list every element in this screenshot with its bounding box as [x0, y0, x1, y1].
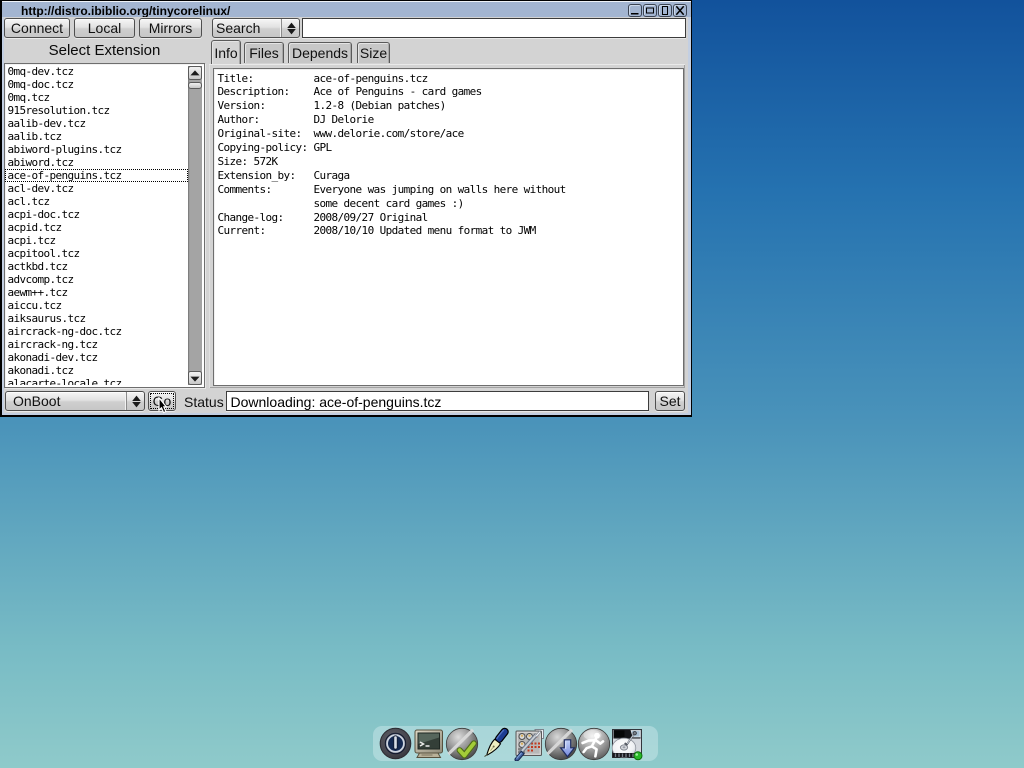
appbrowser-window: http://distro.ibiblio.org/tinycorelinux/… — [0, 0, 692, 417]
scroll-down-button[interactable] — [188, 371, 202, 385]
titlebar[interactable]: http://distro.ibiblio.org/tinycorelinux/ — [2, 1, 691, 17]
run-icon[interactable] — [577, 727, 611, 766]
tab-info[interactable]: Info — [211, 40, 241, 64]
list-item[interactable]: aircrack-ng.tcz — [5, 338, 188, 351]
apps-check-icon[interactable] — [445, 727, 479, 766]
status-label: Status — [184, 394, 224, 410]
list-item[interactable]: abiword.tcz — [5, 156, 188, 169]
list-item[interactable]: alacarte-locale.tcz — [5, 377, 188, 385]
tab-size[interactable]: Size — [357, 42, 390, 63]
list-scrollbar[interactable] — [188, 66, 202, 386]
scrollbar-thumb[interactable] — [188, 82, 202, 89]
list-item[interactable]: akonadi.tcz — [5, 364, 188, 377]
mount-disk-icon[interactable] — [610, 727, 644, 766]
onboot-choice-label: OnBoot — [13, 393, 60, 409]
editor-pen-icon[interactable] — [478, 727, 512, 766]
list-item[interactable]: akonadi-dev.tcz — [5, 351, 188, 364]
list-item[interactable]: aircrack-ng-doc.tcz — [5, 325, 188, 338]
mouse-cursor — [158, 397, 169, 420]
maximize-button[interactable] — [643, 4, 657, 17]
search-choice-label: Search — [216, 20, 260, 36]
list-item[interactable]: acl-dev.tcz — [5, 182, 188, 195]
extension-list[interactable]: 0mq-dev.tcz0mq-doc.tcz0mq.tcz915resoluti… — [4, 63, 205, 388]
local-button[interactable]: Local — [74, 18, 135, 38]
app-browser-icon[interactable] — [544, 727, 578, 766]
list-item[interactable]: acpid.tcz — [5, 221, 188, 234]
list-item[interactable]: 0mq-doc.tcz — [5, 78, 188, 91]
scroll-up-button[interactable] — [188, 66, 202, 80]
tab-pane: Title: ace-of-penguins.tcz Description: … — [209, 64, 685, 388]
window-controls — [628, 4, 687, 17]
updown-arrows-icon — [126, 392, 144, 410]
control-panel-icon[interactable] — [512, 727, 546, 766]
shade-button[interactable] — [658, 4, 672, 17]
connect-button[interactable]: Connect — [4, 18, 70, 38]
close-button[interactable] — [673, 4, 687, 17]
status-input-value: Downloading: ace-of-penguins.tcz — [231, 394, 442, 410]
client-area: Connect Local Mirrors Search Select Exte… — [4, 17, 688, 413]
list-item[interactable]: aalib-dev.tcz — [5, 117, 188, 130]
list-item[interactable]: actkbd.tcz — [5, 260, 188, 273]
tab-depends[interactable]: Depends — [288, 42, 352, 63]
list-item[interactable]: aalib.tcz — [5, 130, 188, 143]
list-item[interactable]: 0mq.tcz — [5, 91, 188, 104]
window-title: http://distro.ibiblio.org/tinycorelinux/ — [21, 4, 230, 18]
info-text: Title: ace-of-penguins.tcz Description: … — [218, 72, 566, 239]
updown-arrows-icon — [281, 19, 299, 37]
power-icon[interactable] — [379, 727, 412, 765]
list-item[interactable]: acpitool.tcz — [5, 247, 188, 260]
list-item[interactable]: acl.tcz — [5, 195, 188, 208]
list-item[interactable]: aiccu.tcz — [5, 299, 188, 312]
window-frame: http://distro.ibiblio.org/tinycorelinux/… — [2, 1, 691, 415]
list-item[interactable]: abiword-plugins.tcz — [5, 143, 188, 156]
onboot-choice[interactable]: OnBoot — [5, 391, 145, 411]
info-display[interactable]: Title: ace-of-penguins.tcz Description: … — [213, 68, 684, 386]
terminal-icon[interactable] — [412, 727, 445, 765]
tab-files[interactable]: Files — [244, 42, 284, 63]
status-input[interactable]: Downloading: ace-of-penguins.tcz — [226, 391, 649, 411]
list-item[interactable]: 0mq-dev.tcz — [5, 65, 188, 78]
list-item[interactable]: 915resolution.tcz — [5, 104, 188, 117]
list-item[interactable]: advcomp.tcz — [5, 273, 188, 286]
list-item[interactable]: aiksaurus.tcz — [5, 312, 188, 325]
mirrors-button[interactable]: Mirrors — [139, 18, 202, 38]
list-item[interactable]: ace-of-penguins.tcz — [5, 169, 188, 182]
select-extension-heading: Select Extension — [4, 42, 205, 59]
wbar-dock — [373, 726, 658, 761]
list-item[interactable]: acpi-doc.tcz — [5, 208, 188, 221]
minimize-button[interactable] — [628, 4, 642, 17]
list-item[interactable]: acpi.tcz — [5, 234, 188, 247]
search-choice[interactable]: Search — [212, 18, 300, 38]
list-item[interactable]: aewm++.tcz — [5, 286, 188, 299]
search-input[interactable] — [302, 18, 686, 38]
extension-list-items: 0mq-dev.tcz0mq-doc.tcz0mq.tcz915resoluti… — [5, 65, 188, 385]
set-button[interactable]: Set — [655, 391, 685, 411]
